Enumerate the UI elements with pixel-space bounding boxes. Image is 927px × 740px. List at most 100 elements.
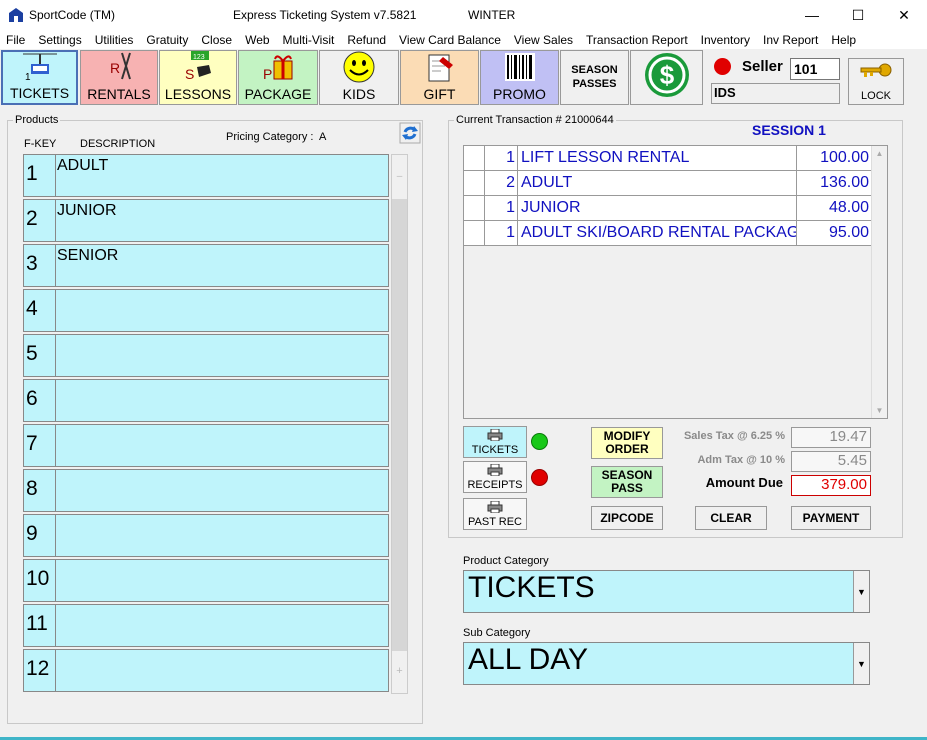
fkey-label: 10 — [24, 560, 56, 601]
svg-text:R: R — [110, 60, 120, 76]
row-selector[interactable] — [464, 146, 485, 170]
tickets-tab-button[interactable]: 1 TICKETS — [1, 50, 78, 105]
product-row[interactable]: 12 — [23, 649, 389, 692]
menu-refund[interactable]: Refund — [347, 33, 386, 47]
title-bar: SportCode (TM) Express Ticketing System … — [0, 0, 927, 30]
fkey-label: 8 — [24, 470, 56, 511]
close-window-button[interactable]: ✕ — [881, 0, 927, 30]
menu-inv-report[interactable]: Inv Report — [763, 33, 818, 47]
menu-close[interactable]: Close — [201, 33, 232, 47]
session-label: SESSION 1 — [752, 122, 826, 138]
admission-tax-label: Adm Tax @ 10 % — [697, 454, 785, 466]
row-selector[interactable] — [464, 171, 485, 195]
fkey-label: 6 — [24, 380, 56, 421]
package-tab-button[interactable]: P PACKAGE — [238, 50, 318, 105]
clear-button[interactable]: CLEAR — [695, 506, 767, 530]
product-row[interactable]: 2 JUNIOR — [23, 199, 389, 242]
minimize-button[interactable]: — — [789, 0, 835, 30]
product-row[interactable]: 8 — [23, 469, 389, 512]
svg-text:P: P — [263, 66, 272, 82]
product-row[interactable]: 11 — [23, 604, 389, 647]
sub-category-select[interactable]: ALL DAY ▼ — [463, 642, 870, 685]
chevron-down-icon[interactable]: ▼ — [853, 643, 869, 684]
svg-text:123: 123 — [193, 54, 205, 61]
print-receipts-button[interactable]: RECEIPTS — [463, 461, 527, 493]
gift-tab-button[interactable]: GIFT — [400, 50, 479, 105]
menu-file[interactable]: File — [6, 33, 25, 47]
menu-inventory[interactable]: Inventory — [701, 33, 750, 47]
menu-web[interactable]: Web — [245, 33, 269, 47]
package-tab-label: PACKAGE — [244, 86, 312, 102]
line-description: LIFT LESSON RENTAL — [519, 146, 797, 170]
sales-tax-label: Sales Tax @ 6.25 % — [683, 430, 785, 442]
past-receipt-label: PAST REC — [468, 515, 522, 528]
scroll-down-button[interactable]: + — [392, 651, 407, 693]
product-description: ADULT — [57, 157, 109, 174]
fkey-label: 7 — [24, 425, 56, 466]
menu-view-card-balance[interactable]: View Card Balance — [399, 33, 501, 47]
maximize-button[interactable]: ☐ — [835, 0, 881, 30]
menu-transaction-report[interactable]: Transaction Report — [586, 33, 688, 47]
gift-tab-label: GIFT — [423, 86, 456, 102]
promo-tab-label: PROMO — [493, 86, 546, 102]
product-row[interactable]: 6 — [23, 379, 389, 422]
promo-tab-button[interactable]: PROMO — [480, 50, 559, 105]
transaction-scrollbar[interactable]: ▲ ▼ — [871, 146, 887, 418]
gift-card-icon — [423, 51, 457, 83]
rentals-tab-button[interactable]: R RENTALS — [80, 50, 158, 105]
products-group-label: Products — [13, 114, 61, 126]
lock-button[interactable]: LOCK — [848, 58, 904, 105]
scroll-up-button[interactable]: – — [392, 155, 407, 199]
svg-text:$: $ — [659, 60, 674, 90]
product-row[interactable]: 4 — [23, 289, 389, 332]
lessons-tab-button[interactable]: 123 S LESSONS — [159, 50, 237, 105]
menu-view-sales[interactable]: View Sales — [514, 33, 573, 47]
print-tickets-button[interactable]: TICKETS — [463, 426, 527, 458]
transaction-number-label: Current Transaction # 21000644 — [454, 114, 616, 126]
product-row[interactable]: 3 SENIOR — [23, 244, 389, 287]
payment-dollar-button[interactable]: $ — [630, 50, 703, 105]
print-receipts-label: RECEIPTS — [467, 478, 523, 491]
transaction-row[interactable]: 1 JUNIOR 48.00 — [464, 196, 871, 221]
scroll-down-arrow-icon[interactable]: ▼ — [872, 406, 887, 415]
payment-button[interactable]: PAYMENT — [791, 506, 871, 530]
line-quantity: 2 — [485, 171, 518, 195]
pricing-category-value: A — [319, 131, 327, 143]
line-price: 95.00 — [828, 224, 869, 241]
transaction-row[interactable]: 1 ADULT SKI/BOARD RENTAL PACKAGE 95.00 — [464, 221, 871, 246]
fkey-label: 9 — [24, 515, 56, 556]
line-price: 100.00 — [820, 149, 869, 166]
pricing-category-label: Pricing Category : — [226, 131, 314, 143]
zipcode-button[interactable]: ZIPCODE — [591, 506, 663, 530]
scroll-thumb[interactable] — [392, 199, 407, 651]
season-passes-button[interactable]: SEASON PASSES — [560, 50, 629, 105]
transaction-row[interactable]: 2 ADULT 136.00 — [464, 171, 871, 196]
chevron-down-icon[interactable]: ▼ — [853, 571, 869, 612]
menu-help[interactable]: Help — [831, 33, 856, 47]
scroll-up-arrow-icon[interactable]: ▲ — [872, 146, 887, 158]
modify-order-button[interactable]: MODIFY ORDER — [591, 427, 663, 459]
product-row[interactable]: 9 — [23, 514, 389, 557]
products-scrollbar[interactable]: – + — [391, 154, 408, 694]
sub-category-value: ALL DAY — [468, 643, 589, 676]
menu-settings[interactable]: Settings — [38, 33, 81, 47]
past-receipt-button[interactable]: PAST REC — [463, 498, 527, 530]
kids-tab-button[interactable]: KIDS — [319, 50, 399, 105]
window-title: Express Ticketing System v7.5821 — [233, 8, 417, 22]
product-row[interactable]: 1 ADULT — [23, 154, 389, 197]
menu-gratuity[interactable]: Gratuity — [146, 33, 188, 47]
row-selector[interactable] — [464, 196, 485, 220]
product-row[interactable]: 7 — [23, 424, 389, 467]
product-row[interactable]: 5 — [23, 334, 389, 377]
refresh-icon[interactable] — [399, 122, 421, 144]
seller-id-field[interactable]: 101 — [790, 58, 840, 80]
row-selector[interactable] — [464, 221, 485, 245]
admission-tax-value: 5.45 — [791, 451, 871, 472]
season-passes-label-line1: SEASON — [571, 63, 618, 76]
menu-utilities[interactable]: Utilities — [95, 33, 134, 47]
product-category-select[interactable]: TICKETS ▼ — [463, 570, 870, 613]
product-row[interactable]: 10 — [23, 559, 389, 602]
menu-multi-visit[interactable]: Multi-Visit — [283, 33, 335, 47]
transaction-row[interactable]: 1 LIFT LESSON RENTAL 100.00 — [464, 146, 871, 171]
season-pass-button[interactable]: SEASON PASS — [591, 466, 663, 498]
